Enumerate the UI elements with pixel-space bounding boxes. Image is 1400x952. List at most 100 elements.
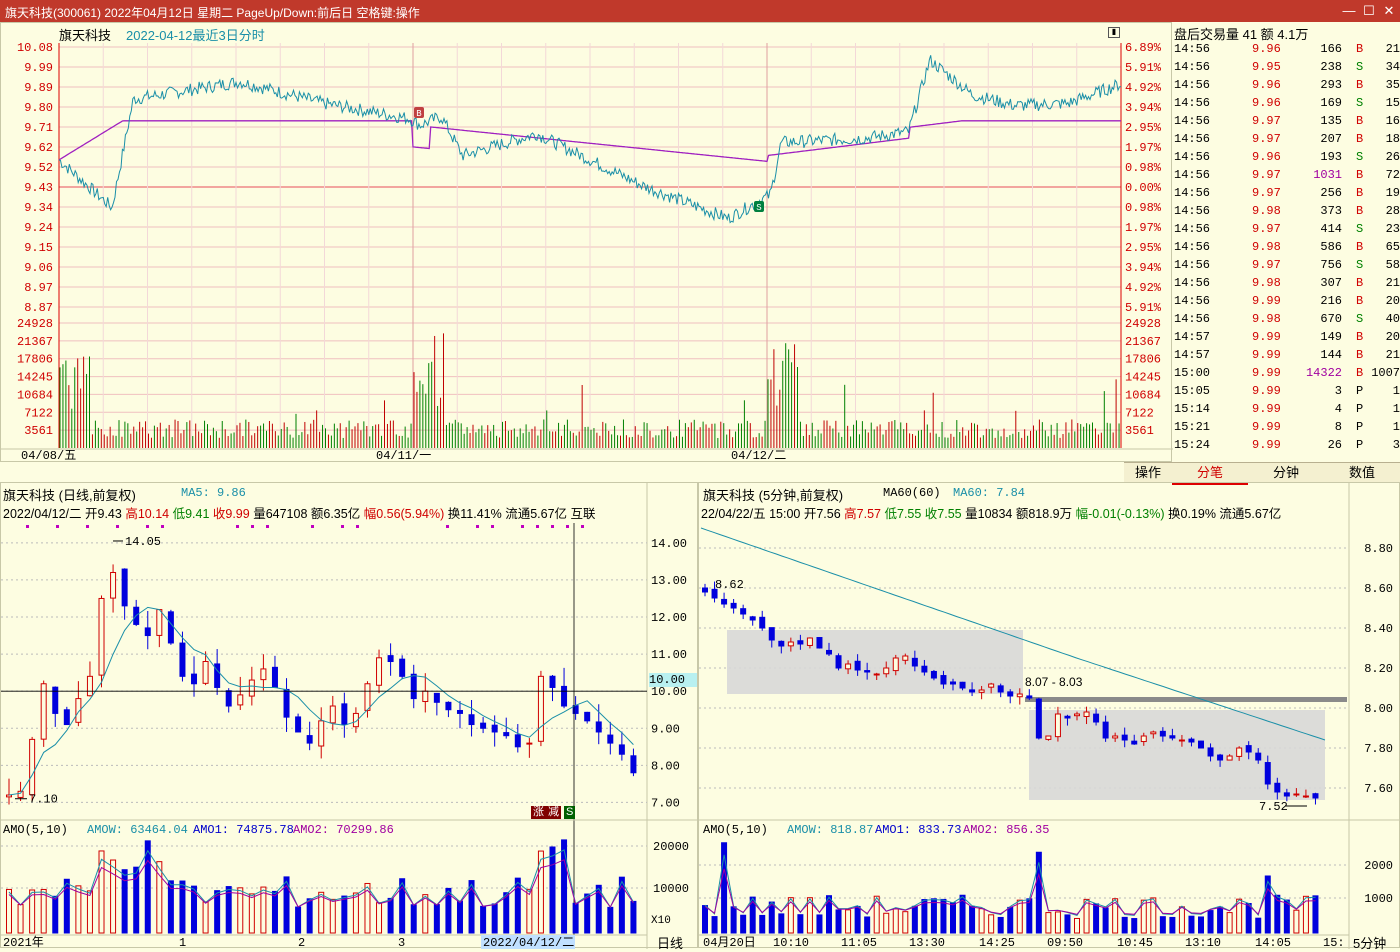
tab-values[interactable]: 数值 [1324,463,1400,483]
volume-tick-label: 24928 [17,317,53,331]
trade-price: 9.99 [1252,420,1281,434]
min5-candle [845,663,852,670]
daily-x-label: 1 [179,936,186,949]
badge-reduce: 减 [546,806,561,819]
trade-vol: 149 [1320,330,1342,344]
trade-vol: 26 [1327,438,1342,452]
daily-candle [40,683,47,740]
min5-candle [950,681,956,685]
trade-side: S [1356,60,1364,74]
daily-candle [480,722,487,729]
trade-price: 9.97 [1252,258,1281,272]
price-tick-label: 9.52 [24,161,53,175]
min5-candle [930,670,937,679]
panel-toggle-icon[interactable]: ▮ [1108,27,1120,38]
maximize-icon[interactable]: ☐ [1360,2,1378,20]
op-button[interactable]: 操作 [1124,463,1172,483]
min5-info-line: 22/04/22/五 15:00 开7.56 高7.57 低7.55 收7.55… [701,507,1282,521]
tab-minute[interactable]: 分钟 [1248,463,1324,483]
trade-num: 35 [1385,78,1400,92]
volume-tick-label-right: 3561 [1125,424,1154,438]
min5-candle [1035,698,1042,739]
trade-time: 14:56 [1174,312,1211,326]
trade-row: 14:56 9.98 670 S 40 [1172,310,1400,328]
daily-y-tick: 11.00 [651,648,687,662]
trade-price: 9.97 [1252,168,1281,182]
amo-bar [110,859,117,934]
volume-tick-label-right: 24928 [1125,317,1161,331]
price-tick-label: 9.89 [24,81,53,95]
signal-dot [56,525,59,528]
min5-range-label: 8.07 - 8.03 [1025,675,1083,689]
min5-candle [1293,793,1300,796]
amo-y-tick: 2000 [1364,859,1393,873]
min5-ma60-label: MA60(60) [883,486,941,500]
amo-bar [950,902,956,934]
min5-candle [1150,731,1157,735]
trade-price: 9.97 [1252,222,1281,236]
daily-y-tick: 13.00 [651,574,687,588]
daily-candle [399,658,406,677]
daily-amo-unit: X10 [651,915,671,927]
min5-y-tick: 8.00 [1364,702,1393,716]
amo-bar [40,888,47,934]
trade-vol: 756 [1320,258,1342,272]
daily-candle [630,755,637,774]
min5-candle [1074,713,1080,717]
min5-candle [902,655,909,661]
trade-row: 15:05 9.99 3 P 1 [1172,382,1400,400]
trade-num: 28 [1385,204,1400,218]
min5-candle [1083,711,1090,717]
price-tick-label: 9.43 [24,181,53,195]
amo-bar [730,906,737,934]
daily-candle [618,744,625,755]
trade-row: 14:56 9.99 216 B 20 [1172,292,1400,310]
trade-vol: 670 [1320,312,1342,326]
amo-bar [997,916,1004,934]
daily-candle [283,688,290,718]
trade-price: 9.99 [1252,294,1281,308]
min5-candle [749,616,756,621]
signal-dot [491,525,494,528]
min5-candle [826,649,832,655]
daily-candle [456,709,463,714]
daily-period-button[interactable]: 日线 [657,933,683,952]
minimize-icon[interactable]: — [1340,2,1358,20]
trade-row: 15:14 9.99 4 P 1 [1172,400,1400,418]
daily-info-line: 2022/04/12/二 开9.43 高10.14 低9.41 收9.99 量6… [3,507,596,521]
daily-chart: 14.00 13.00 12.00 11.00 10.00 9.00 8.00 7.00 14.… [1,483,699,949]
amo-bar [341,895,348,934]
amo-bar [376,902,383,934]
min5-y-tick: 8.40 [1364,622,1393,636]
min5-candle [1112,735,1119,739]
amo-bar [607,906,614,934]
daily-candle [156,609,163,636]
daily-y-tick: 9.00 [651,722,680,736]
trade-num: 21 [1385,42,1400,56]
min5-period-button[interactable]: 5分钟 [1353,933,1386,952]
daily-candle [341,703,348,726]
amo-bar [422,894,429,934]
daily-candle [17,790,24,798]
trade-num: 20 [1385,294,1400,308]
amo-bar [584,893,591,934]
trade-price: 9.97 [1252,132,1281,146]
amo-bar [1217,906,1224,934]
close-icon[interactable]: ✕ [1380,2,1398,20]
signal-dot [581,525,584,528]
trade-time: 15:21 [1174,420,1211,434]
daily-y-tick: 10.00 [651,685,687,699]
min5-candle [1169,735,1176,739]
price-tick-label: 9.34 [24,201,53,215]
price-tick-label: 9.99 [24,61,53,75]
trade-row: 14:56 9.97 207 B 18 [1172,130,1400,148]
amo-bar [969,905,976,934]
amo-bar [768,901,775,934]
trade-time: 14:57 [1174,330,1211,344]
daily-candle [167,611,174,644]
trade-time: 14:56 [1174,240,1211,254]
min5-candle [1188,738,1195,743]
trade-tabs: 操作 分笔 分钟 数值 [1124,462,1400,485]
trade-vol: 256 [1320,186,1342,200]
min5-candle [1016,693,1023,698]
